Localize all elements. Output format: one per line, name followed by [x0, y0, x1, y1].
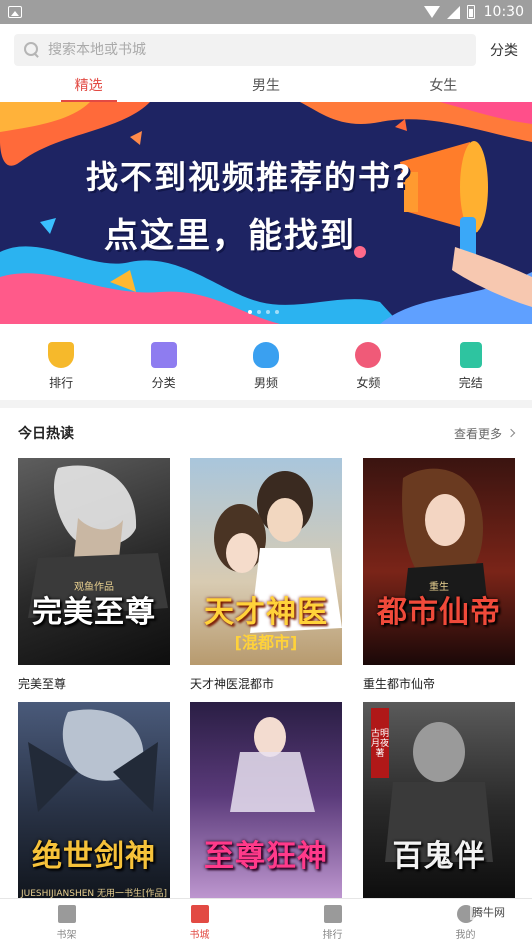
bookstore-icon: [190, 904, 209, 923]
bottom-nav-bookshelf[interactable]: 书架: [0, 899, 133, 946]
book-cover: 完美至尊 观鱼作品: [18, 458, 170, 665]
bottom-nav-label: 书架: [56, 929, 77, 941]
pager-dot: [266, 310, 270, 314]
signal-icon: [446, 5, 460, 19]
book-card[interactable]: 至尊狂神: [190, 702, 342, 919]
book-title: 重生都市仙帝: [363, 677, 436, 691]
search-bar: 分类: [0, 24, 532, 76]
cover-title: 至尊狂神: [204, 839, 328, 874]
bottom-nav-label: 书城: [189, 929, 210, 941]
cover-art: [402, 468, 488, 613]
nav-label: 女频: [356, 376, 381, 390]
bottom-nav-label: 排行: [322, 929, 343, 941]
cover-subtitle: [混都市]: [234, 633, 298, 652]
promo-banner[interactable]: 找不到视频推荐的书? 点这里，能找到: [0, 102, 532, 324]
ranking-icon: [323, 904, 342, 923]
pager-dot: [257, 310, 261, 314]
cover-subtitle: 重生: [429, 582, 449, 593]
nav-male[interactable]: 男频: [231, 330, 301, 400]
pager-dot: [248, 310, 252, 314]
section-divider: [0, 400, 532, 408]
book-cover: 天才神医 [混都市]: [190, 458, 342, 665]
battery-icon: [466, 5, 475, 19]
tab-male[interactable]: 男生: [177, 76, 354, 102]
cover-subtitle: 古明月夜著: [371, 729, 390, 759]
bottom-nav-bookstore[interactable]: 书城: [133, 899, 266, 946]
cover-subtitle: 观鱼作品: [74, 582, 114, 593]
female-icon: [355, 342, 382, 368]
nav-ranking[interactable]: 排行: [26, 330, 96, 400]
book-cover: 都市仙帝 重生: [363, 458, 515, 665]
banner-pager: [248, 310, 279, 314]
book-title: 完美至尊: [18, 677, 67, 691]
cover-title: 百鬼伴: [392, 839, 486, 874]
nav-label: 排行: [49, 376, 74, 390]
cover-title: 完美至尊: [32, 595, 156, 630]
cover-art: [28, 465, 168, 618]
bottom-nav-ranking[interactable]: 排行: [266, 899, 399, 946]
cover-title: 都市仙帝: [377, 595, 501, 630]
section-title: 今日热读: [18, 426, 74, 442]
status-bar: 10:30: [0, 0, 532, 24]
nav-label: 完结: [458, 376, 483, 390]
cover-title: 绝世剑神: [32, 839, 156, 874]
chevron-right-icon: [506, 428, 516, 438]
book-card[interactable]: 完美至尊 观鱼作品 完美至尊: [18, 458, 170, 692]
pager-dot: [275, 310, 279, 314]
nav-female[interactable]: 女频: [333, 330, 403, 400]
search-box[interactable]: [14, 34, 476, 66]
cover-art: [28, 709, 158, 812]
book-card[interactable]: 绝世剑神 JUESHIJIANSHEN 无用一书生[作品]: [18, 702, 170, 919]
nav-category[interactable]: 分类: [129, 330, 199, 400]
book-card[interactable]: 百鬼伴 古明月夜著: [363, 702, 515, 919]
book-cover: 绝世剑神 JUESHIJIANSHEN 无用一书生[作品]: [18, 702, 170, 909]
book-card[interactable]: 都市仙帝 重生 重生都市仙帝: [363, 458, 515, 692]
cover-art: [230, 717, 315, 812]
category-nav: 排行 分类 男频 女频 完结: [0, 330, 532, 400]
channel-tabs: 精选 男生 女生: [0, 76, 532, 102]
notification-icon: [8, 6, 22, 18]
male-icon: [252, 342, 279, 368]
book-cover: 百鬼伴 古明月夜著: [363, 702, 515, 909]
status-icons: 10:30: [423, 4, 524, 20]
category-icon: [150, 342, 177, 368]
tab-featured[interactable]: 精选: [0, 76, 177, 102]
see-more-label: 查看更多: [453, 426, 502, 441]
wifi-icon: [423, 6, 440, 18]
nav-label: 男频: [253, 376, 278, 390]
nav-finished[interactable]: 完结: [436, 330, 506, 400]
trophy-icon: [48, 342, 75, 368]
status-time: 10:30: [483, 4, 524, 20]
nav-label: 分类: [151, 376, 176, 390]
banner-subheadline: 点这里，能找到: [104, 216, 356, 256]
bottom-nav-profile[interactable]: 我的: [399, 899, 532, 946]
category-link[interactable]: 分类: [490, 40, 518, 60]
search-icon: [24, 42, 40, 58]
cover-title: 天才神医: [204, 595, 328, 630]
bottom-nav-label: 我的: [455, 929, 476, 941]
section-header: 今日热读 查看更多: [18, 420, 516, 446]
tab-female[interactable]: 女生: [355, 76, 532, 102]
bookshelf-icon: [57, 904, 76, 923]
book-title: 天才神医混都市: [190, 677, 275, 691]
search-input[interactable]: [48, 42, 448, 58]
see-more-link[interactable]: 查看更多: [453, 425, 516, 442]
watermark: 腾牛网: [470, 904, 507, 920]
bottom-nav: 书架 书城 排行 我的: [0, 898, 532, 946]
book-card[interactable]: 天才神医 [混都市] 天才神医混都市: [190, 458, 342, 692]
finished-book-icon: [459, 342, 482, 368]
book-cover: 至尊狂神: [190, 702, 342, 909]
banner-headline: 找不到视频推荐的书?: [86, 158, 413, 196]
